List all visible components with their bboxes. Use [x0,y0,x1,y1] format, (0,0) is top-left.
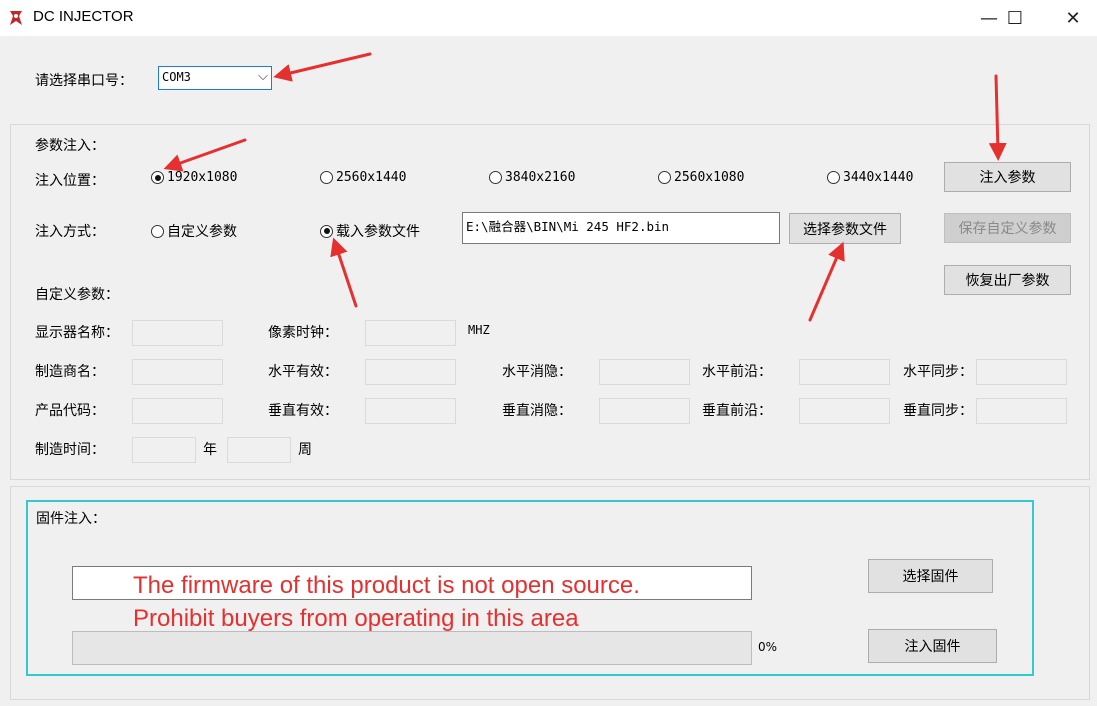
radio-resolution-1920x1080[interactable]: 1920x1080 [151,170,237,185]
product-code-field[interactable] [132,398,223,424]
radio-resolution-2560x1080[interactable]: 2560x1080 [658,170,744,185]
chevron-down-icon: ⌵ [258,69,268,84]
inject-firmware-button[interactable]: 注入固件 [868,629,997,663]
warning-line-1: The firmware of this product is not open… [133,572,640,599]
display-name-field[interactable] [132,320,223,346]
position-label: 注入位置： [35,173,105,189]
firmware-progress-bar [72,631,752,665]
window-title: DC INJECTOR [33,8,134,25]
v-active-field[interactable] [365,398,456,424]
radio-resolution-label: 2560x1440 [336,170,407,185]
radio-resolution-label: 1920x1080 [167,170,238,185]
save-custom-params-button[interactable]: 保存自定义参数 [944,213,1071,243]
v-front-field[interactable] [799,398,890,424]
radio-indicator [658,171,671,184]
radio-resolution-3840x2160[interactable]: 3840x2160 [489,170,575,185]
h-blank-field[interactable] [599,359,690,385]
h-front-field[interactable] [799,359,890,385]
close-button[interactable]: ✕ [1050,0,1096,36]
h-active-label: 水平有效： [268,364,338,380]
radio-indicator [151,224,164,238]
radio-indicator [320,171,333,184]
pixel-clock-label: 像素时钟： [268,325,338,341]
radio-resolution-3440x1440[interactable]: 3440x1440 [827,170,913,185]
radio-method-custom-label: 自定义参数 [167,224,237,240]
port-label: 请选择串口号： [35,73,133,89]
app-logo-icon [10,11,22,25]
radio-resolution-label: 3840x2160 [505,170,576,185]
radio-method-file[interactable]: 载入参数文件 [320,221,420,241]
product-code-label: 产品代码： [35,403,105,419]
select-firmware-button[interactable]: 选择固件 [868,559,993,593]
radio-indicator [489,171,502,184]
v-blank-field[interactable] [599,398,690,424]
radio-indicator [151,171,164,184]
radio-indicator [827,171,840,184]
restore-factory-button[interactable]: 恢复出厂参数 [944,265,1071,295]
pixel-clock-unit: MHZ [468,323,490,337]
maximize-button[interactable]: ☐ [992,0,1038,36]
manufacturer-label: 制造商名： [35,364,105,380]
radio-resolution-label: 2560x1080 [674,170,745,185]
h-active-field[interactable] [365,359,456,385]
h-blank-label: 水平消隐： [502,364,572,380]
custom-params-title: 自定义参数： [35,287,119,303]
h-sync-label: 水平同步： [903,364,973,380]
method-label: 注入方式： [35,224,105,240]
week-unit-label: 周 [298,442,312,458]
port-select[interactable]: COM3 ⌵ [158,66,272,90]
radio-method-custom[interactable]: 自定义参数 [151,221,237,241]
port-selected-value: COM3 [162,70,191,84]
file-path-field[interactable]: E:\融合器\BIN\Mi 245 HF2.bin [462,212,780,244]
select-param-file-button[interactable]: 选择参数文件 [789,213,901,244]
manufacture-year-field[interactable] [132,437,196,463]
v-blank-label: 垂直消隐： [502,403,572,419]
manufacture-week-field[interactable] [227,437,291,463]
v-sync-label: 垂直同步： [903,403,973,419]
year-unit-label: 年 [203,442,217,458]
manufacture-time-label: 制造时间： [35,442,105,458]
v-front-label: 垂直前沿： [702,403,772,419]
radio-indicator [320,224,333,238]
radio-resolution-label: 3440x1440 [843,170,914,185]
title-bar: DC INJECTOR — ☐ ✕ [0,0,1097,36]
arrow-to-port [273,52,372,82]
manufacturer-field[interactable] [132,359,223,385]
radio-resolution-2560x1440[interactable]: 2560x1440 [320,170,406,185]
file-path-value: E:\融合器\BIN\Mi 245 HF2.bin [466,219,670,234]
h-sync-field[interactable] [976,359,1067,385]
display-name-label: 显示器名称： [35,325,119,341]
firmware-group-title: 固件注入： [36,511,106,527]
warning-line-2: Prohibit buyers from operating in this a… [133,605,579,632]
params-group-title: 参数注入： [35,138,105,154]
h-front-label: 水平前沿： [702,364,772,380]
radio-method-file-label: 载入参数文件 [336,224,420,240]
pixel-clock-field[interactable] [365,320,456,346]
inject-params-button[interactable]: 注入参数 [944,162,1071,192]
v-sync-field[interactable] [976,398,1067,424]
v-active-label: 垂直有效： [268,403,338,419]
progress-percent: 0% [758,640,778,654]
